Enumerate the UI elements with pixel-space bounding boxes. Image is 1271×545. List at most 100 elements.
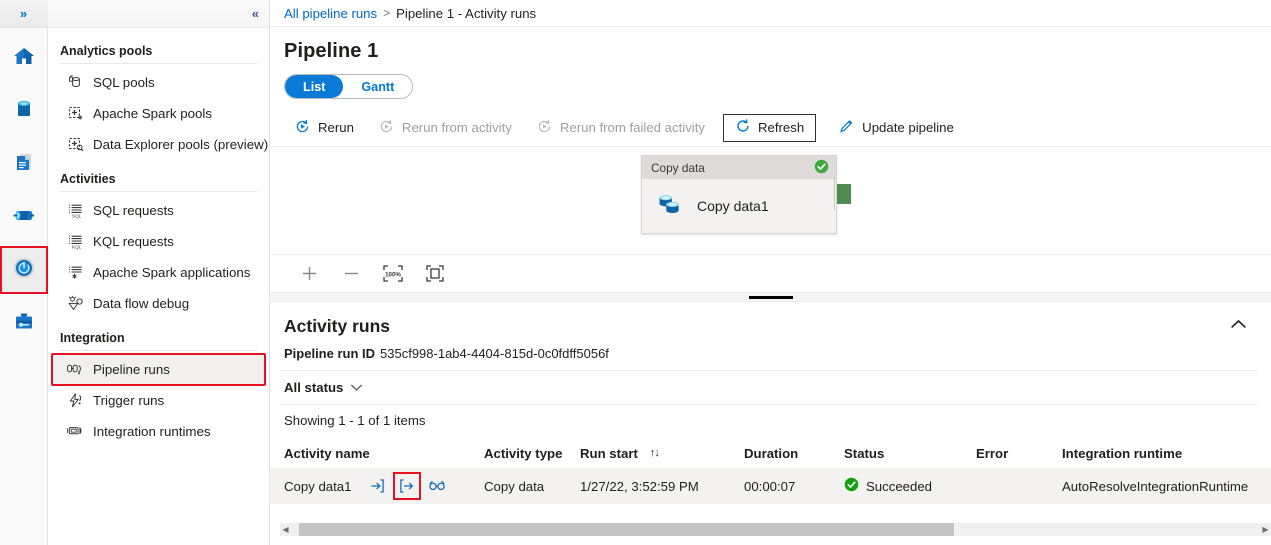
- column-header-integration-runtime[interactable]: Integration runtime: [1062, 446, 1271, 461]
- rail-item-integrate[interactable]: [1, 194, 47, 240]
- node-header: Copy data: [642, 156, 836, 179]
- panel-splitter-handle[interactable]: [270, 292, 1271, 302]
- sidebar-item-label: Data flow debug: [93, 296, 190, 311]
- canvas-fit-to-screen-button[interactable]: [418, 259, 452, 289]
- chevron-double-left-icon: «: [251, 6, 259, 21]
- refresh-button[interactable]: Refresh: [722, 113, 817, 142]
- canvas-zoom-in-button[interactable]: [292, 259, 326, 289]
- kql-requests-icon: KQL: [66, 233, 84, 251]
- scrollbar-thumb[interactable]: [299, 523, 954, 536]
- details-glasses-icon[interactable]: [427, 476, 447, 496]
- table-row[interactable]: Copy data1 Copy data 1/27/22, 3:52:59 PM…: [270, 468, 1271, 504]
- rerun-label: Rerun: [318, 120, 354, 135]
- spark-applications-icon: [66, 264, 84, 282]
- canvas-zoom-level-button[interactable]: 100%: [376, 259, 410, 289]
- sidebar-group-analytics-pools-title: Analytics pools: [60, 44, 153, 58]
- rerun-from-activity-icon: [378, 118, 395, 138]
- left-icon-rail: »: [0, 0, 48, 545]
- data-flow-debug-icon: [66, 295, 84, 313]
- cell-status: Succeeded: [844, 477, 976, 495]
- sidebar-item-integration-runtimes[interactable]: Integration runtimes: [52, 416, 265, 447]
- develop-icon: [12, 150, 36, 179]
- sidebar-item-apache-spark-applications[interactable]: Apache Spark applications: [52, 257, 265, 288]
- sidebar-item-label: KQL requests: [93, 234, 174, 249]
- monitor-sidebar: « Analytics pools SQL pools Apache Spark…: [48, 0, 270, 545]
- rail-item-data[interactable]: [1, 88, 47, 134]
- sidebar-item-apache-spark-pools[interactable]: Apache Spark pools: [52, 98, 265, 129]
- rail-item-monitor[interactable]: [0, 246, 48, 294]
- sort-icon[interactable]: ↑↓: [650, 447, 660, 459]
- rail-expand-button[interactable]: »: [0, 0, 48, 28]
- status-filter-dropdown[interactable]: All status: [270, 371, 363, 404]
- breadcrumb-all-pipeline-runs[interactable]: All pipeline runs: [284, 6, 377, 21]
- sidebar-item-kql-requests[interactable]: KQL KQL requests: [52, 226, 265, 257]
- scroll-right-arrow[interactable]: ▶: [1260, 525, 1271, 534]
- sidebar-group-integration-title: Integration: [60, 331, 125, 345]
- activity-runs-collapse-button[interactable]: [1222, 313, 1255, 339]
- column-header-run-start-label: Run start: [580, 445, 638, 461]
- column-header-run-start[interactable]: Run start ↑↓: [580, 446, 744, 461]
- output-icon[interactable]: [393, 472, 422, 500]
- breadcrumb: All pipeline runs > Pipeline 1 - Activit…: [270, 0, 1271, 27]
- table-header-row: Activity name Activity type Run start ↑↓…: [270, 438, 1271, 468]
- trigger-runs-icon: [66, 392, 84, 410]
- monitor-icon: [11, 255, 37, 286]
- zoom-level-icon: 100%: [383, 265, 403, 282]
- sql-requests-icon: SQL: [66, 202, 84, 220]
- column-header-activity-type[interactable]: Activity type: [484, 446, 580, 461]
- sidebar-item-pipeline-runs[interactable]: Pipeline runs: [51, 353, 266, 386]
- column-header-duration[interactable]: Duration: [744, 446, 844, 461]
- column-header-error[interactable]: Error: [976, 446, 1062, 461]
- status-filter-label: All status: [284, 380, 344, 395]
- sidebar-item-data-explorer-pools[interactable]: Data Explorer pools (preview): [52, 129, 269, 160]
- canvas-zoom-out-button[interactable]: [334, 259, 368, 289]
- rail-item-manage[interactable]: [1, 300, 47, 346]
- scrollbar-track[interactable]: [293, 523, 1258, 536]
- pipeline-canvas[interactable]: Copy data Copy data1: [270, 147, 1271, 254]
- view-mode-toggle-wrap: List Gantt: [270, 63, 1271, 99]
- rerun-from-failed-activity-button[interactable]: Rerun from failed activity: [524, 114, 717, 142]
- input-icon[interactable]: [367, 476, 387, 496]
- pipeline-node-copy-data1[interactable]: Copy data Copy data1: [641, 155, 837, 234]
- node-type-label: Copy data: [651, 160, 705, 175]
- node-body: Copy data1: [642, 179, 836, 233]
- activity-runs-table: Activity name Activity type Run start ↑↓…: [270, 438, 1271, 504]
- tab-list[interactable]: List: [285, 75, 344, 98]
- sidebar-item-label: Data Explorer pools (preview): [93, 137, 269, 152]
- scroll-left-arrow[interactable]: ◀: [280, 525, 291, 534]
- sidebar-item-sql-pools[interactable]: SQL pools: [52, 67, 265, 98]
- data-explorer-pool-icon: [66, 136, 84, 154]
- sidebar-item-label: SQL requests: [93, 203, 174, 218]
- column-header-activity-name[interactable]: Activity name: [284, 446, 484, 461]
- activity-runs-header: Activity runs: [270, 302, 1271, 339]
- divider: [60, 63, 257, 64]
- rerun-button[interactable]: Rerun: [282, 114, 366, 142]
- node-connector-line: [834, 178, 835, 210]
- sidebar-collapse-button[interactable]: «: [48, 0, 269, 28]
- pipeline-run-id: Pipeline run ID 535cf998-1ab4-4404-815d-0…: [270, 339, 1271, 361]
- rerun-from-activity-button[interactable]: Rerun from activity: [366, 114, 524, 142]
- update-pipeline-button[interactable]: Update pipeline: [826, 114, 966, 142]
- pipeline-run-id-label: Pipeline run ID: [284, 346, 376, 361]
- sidebar-item-trigger-runs[interactable]: Trigger runs: [52, 385, 265, 416]
- table-horizontal-scrollbar[interactable]: ◀ ▶: [280, 523, 1271, 536]
- tab-gantt[interactable]: Gantt: [343, 75, 413, 98]
- rail-item-develop[interactable]: [1, 141, 47, 187]
- chevron-up-icon: [1231, 319, 1246, 328]
- sidebar-item-sql-requests[interactable]: SQL SQL requests: [52, 195, 265, 226]
- sidebar-item-label: SQL pools: [93, 75, 155, 90]
- divider: [60, 350, 257, 351]
- refresh-icon: [735, 118, 751, 137]
- copy-data-icon: [656, 191, 685, 222]
- rail-item-home[interactable]: [1, 35, 47, 81]
- splitter-grip: [748, 295, 793, 299]
- divider: [280, 370, 1257, 371]
- node-output-port[interactable]: [837, 184, 851, 204]
- column-header-status[interactable]: Status: [844, 446, 976, 461]
- sidebar-item-label: Apache Spark applications: [93, 265, 251, 280]
- breadcrumb-separator: >: [383, 6, 391, 20]
- sidebar-item-data-flow-debug[interactable]: Data flow debug: [52, 288, 265, 319]
- cell-run-start: 1/27/22, 3:52:59 PM: [580, 478, 699, 494]
- breadcrumb-current: Pipeline 1 - Activity runs: [396, 5, 537, 21]
- divider: [60, 191, 257, 192]
